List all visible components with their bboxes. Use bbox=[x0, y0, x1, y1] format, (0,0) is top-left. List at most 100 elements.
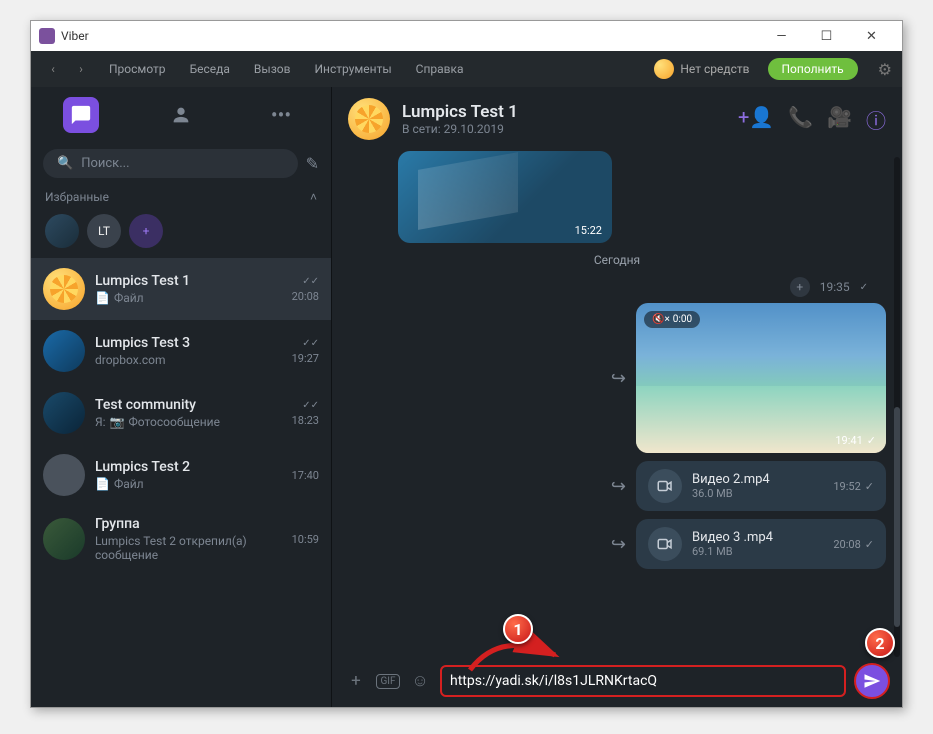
search-icon: 🔍 bbox=[57, 156, 73, 171]
chat-preview: Я:📷Фотосообщение bbox=[95, 415, 282, 429]
chat-time: ✓✓20:08 bbox=[292, 276, 319, 303]
menu-help[interactable]: Справка bbox=[404, 62, 476, 76]
message-time: 15:22 bbox=[575, 224, 602, 237]
annotation-marker-1: 1 bbox=[503, 614, 533, 644]
chat-name: Test community bbox=[95, 397, 282, 413]
message-time: 19:52 bbox=[833, 480, 860, 493]
message-time: 19:41 bbox=[835, 434, 862, 447]
message-time: 19:35 bbox=[820, 280, 850, 294]
message-image[interactable]: 15:22 bbox=[398, 151, 612, 243]
search-input[interactable]: 🔍 Поиск... bbox=[43, 149, 298, 178]
menu-call[interactable]: Вызов bbox=[242, 62, 303, 76]
video-call-icon[interactable]: 🎥 bbox=[827, 105, 852, 134]
app-icon bbox=[39, 28, 55, 44]
file-size: 69.1 MB bbox=[692, 545, 823, 558]
favorites-header[interactable]: Избранные ˄ bbox=[31, 184, 331, 210]
input-bar: + GIF ☺ bbox=[332, 655, 902, 707]
add-contact-icon[interactable]: +👤 bbox=[738, 105, 774, 134]
chat-avatar-icon bbox=[43, 392, 85, 434]
chat-time: 10:59 bbox=[292, 533, 319, 546]
gif-icon[interactable]: GIF bbox=[376, 674, 400, 689]
chat-name: Lumpics Test 1 bbox=[95, 273, 282, 289]
forward-icon[interactable]: ↪ bbox=[611, 476, 626, 497]
mute-icon: 🔇× bbox=[652, 314, 670, 325]
chat-avatar-icon bbox=[43, 454, 85, 496]
scrollbar-thumb[interactable] bbox=[894, 407, 900, 627]
tab-contacts-icon[interactable] bbox=[163, 97, 199, 133]
message-file[interactable]: Видео 2.mp4 36.0 MB 19:52 ✓ bbox=[636, 461, 886, 511]
balance-text: Нет средств bbox=[680, 62, 749, 76]
app-window: Viber — ☐ ✕ ‹ › Просмотр Беседа Вызов Ин… bbox=[30, 20, 903, 708]
chat-name: Группа bbox=[95, 516, 282, 532]
search-placeholder: Поиск... bbox=[81, 156, 129, 171]
forward-icon[interactable]: ↪ bbox=[611, 534, 626, 555]
chat-time: ✓✓19:27 bbox=[292, 338, 319, 365]
read-tick-icon: ✓ bbox=[865, 538, 874, 551]
read-tick-icon: ✓✓ bbox=[302, 338, 319, 349]
annotation-marker-2: 2 bbox=[865, 628, 895, 658]
balance-avatar-icon bbox=[654, 59, 674, 79]
menu-view[interactable]: Просмотр bbox=[97, 62, 178, 76]
app-title: Viber bbox=[61, 29, 89, 43]
close-button[interactable]: ✕ bbox=[849, 22, 894, 50]
chat-avatar-icon bbox=[43, 518, 85, 560]
chat-title: Lumpics Test 1 bbox=[402, 102, 518, 122]
tab-chats-icon[interactable] bbox=[63, 97, 99, 133]
chat-main: Lumpics Test 1 В сети: 29.10.2019 +👤 📞 🎥… bbox=[331, 87, 902, 707]
chat-row[interactable]: Lumpics Test 3 dropbox.com ✓✓19:27 bbox=[31, 320, 331, 382]
message-video[interactable]: 🔇× 0:00 19:41 ✓ bbox=[636, 303, 886, 453]
video-file-icon bbox=[648, 527, 682, 561]
nav-forward-button[interactable]: › bbox=[69, 57, 93, 81]
chat-preview: 📄Файл bbox=[95, 477, 282, 491]
compose-icon[interactable]: ✎ bbox=[306, 154, 319, 173]
maximize-button[interactable]: ☐ bbox=[804, 22, 849, 50]
chat-preview: dropbox.com bbox=[95, 353, 282, 367]
mute-badge: 🔇× 0:00 bbox=[644, 311, 700, 328]
chat-row[interactable]: Lumpics Test 1 📄Файл ✓✓20:08 bbox=[31, 258, 331, 320]
read-tick-icon: ✓✓ bbox=[302, 400, 319, 411]
read-tick-icon: ✓ bbox=[860, 282, 868, 293]
chat-preview: Lumpics Test 2 открепил(а) сообщение bbox=[95, 534, 282, 562]
topup-button[interactable]: Пополнить bbox=[768, 58, 858, 80]
info-icon[interactable]: ⓘ bbox=[866, 105, 886, 134]
menu-tools[interactable]: Инструменты bbox=[303, 62, 404, 76]
chevron-up-icon: ˄ bbox=[310, 190, 317, 204]
file-name: Видео 2.mp4 bbox=[692, 472, 823, 487]
sticker-icon[interactable]: ☺ bbox=[408, 671, 432, 691]
date-separator: Сегодня bbox=[348, 253, 886, 267]
minimize-button[interactable]: — bbox=[759, 22, 804, 50]
expand-button[interactable]: + bbox=[790, 277, 810, 297]
chat-row[interactable]: Test community Я:📷Фотосообщение ✓✓18:23 bbox=[31, 382, 331, 444]
favorite-avatar[interactable] bbox=[45, 214, 79, 248]
chat-avatar[interactable] bbox=[348, 98, 390, 140]
message-file[interactable]: Видео 3 .mp4 69.1 MB 20:08 ✓ bbox=[636, 519, 886, 569]
chat-preview: 📄Файл bbox=[95, 291, 282, 305]
voice-call-icon[interactable]: 📞 bbox=[788, 105, 813, 134]
attach-icon[interactable]: + bbox=[344, 671, 368, 691]
file-name: Видео 3 .mp4 bbox=[692, 530, 823, 545]
forward-icon[interactable]: ↪ bbox=[611, 368, 626, 389]
chat-time: ✓✓18:23 bbox=[292, 400, 319, 427]
messages-area: 15:22 Сегодня + 19:35 ✓ ↪ 🔇× 0:00 bbox=[332, 151, 902, 655]
favorite-avatar[interactable]: LT bbox=[87, 214, 121, 248]
chat-name: Lumpics Test 3 bbox=[95, 335, 282, 351]
menu-chat[interactable]: Беседа bbox=[178, 62, 242, 76]
chat-row[interactable]: Группа Lumpics Test 2 открепил(а) сообще… bbox=[31, 506, 331, 572]
tab-more-icon[interactable]: ••• bbox=[263, 97, 299, 133]
add-favorite-button[interactable]: + bbox=[129, 214, 163, 248]
chat-row[interactable]: Lumpics Test 2 📄Файл 17:40 bbox=[31, 444, 331, 506]
message-time: 20:08 bbox=[833, 538, 860, 551]
settings-icon[interactable]: ⚙ bbox=[878, 60, 892, 79]
chat-list: Lumpics Test 1 📄Файл ✓✓20:08 Lumpics Tes… bbox=[31, 258, 331, 707]
favorites-label: Избранные bbox=[45, 190, 109, 204]
read-tick-icon: ✓ bbox=[865, 480, 874, 493]
send-button[interactable] bbox=[854, 663, 890, 699]
nav-back-button[interactable]: ‹ bbox=[41, 57, 65, 81]
sidebar: ••• 🔍 Поиск... ✎ Избранные ˄ LT + Lumpic… bbox=[31, 87, 331, 707]
video-file-icon bbox=[648, 469, 682, 503]
chat-avatar-icon bbox=[43, 268, 85, 310]
read-tick-icon: ✓ bbox=[867, 434, 876, 447]
chat-time: 17:40 bbox=[292, 469, 319, 482]
file-size: 36.0 MB bbox=[692, 487, 823, 500]
titlebar: Viber — ☐ ✕ bbox=[31, 21, 902, 51]
